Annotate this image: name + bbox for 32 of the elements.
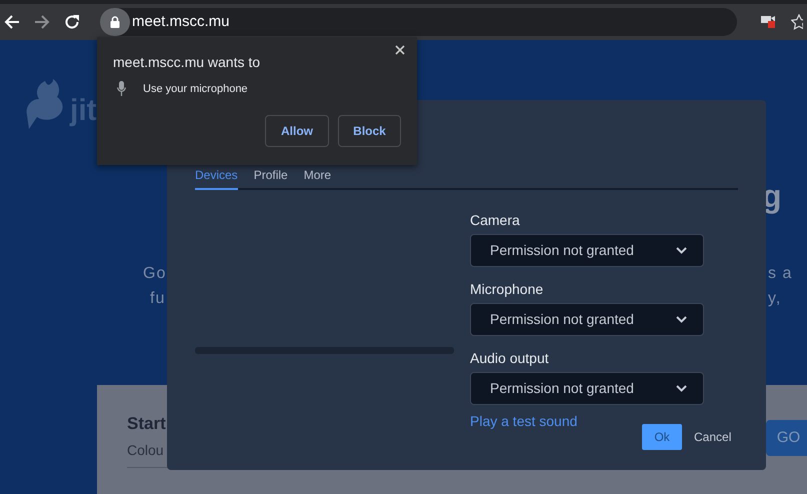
star-icon[interactable] — [791, 14, 803, 30]
close-icon[interactable] — [395, 45, 405, 55]
url-text: meet.mscc.mu — [132, 12, 230, 32]
device-label: Microphone — [470, 280, 544, 299]
device-label: Audio output — [470, 349, 550, 368]
chevron-down-icon — [676, 385, 687, 392]
lock-icon[interactable] — [100, 8, 130, 36]
test-sound-link[interactable]: Play a test sound — [470, 411, 578, 432]
camera-blocked-icon[interactable] — [761, 15, 777, 29]
tab[interactable]: Profile — [254, 166, 288, 190]
address-bar[interactable]: meet.mscc.mu — [100, 8, 737, 36]
device-label: Camera — [470, 211, 521, 230]
back-button[interactable] — [4, 14, 20, 30]
text-fragment: y, — [768, 289, 782, 309]
block-button[interactable]: Block — [338, 115, 401, 147]
chevron-down-icon — [676, 316, 687, 323]
cancel-button[interactable]: Cancel — [694, 424, 732, 450]
chevron-down-icon — [676, 247, 687, 254]
microphone-icon — [117, 81, 126, 96]
card-title: Start — [127, 413, 166, 435]
reload-button[interactable] — [64, 14, 80, 30]
text-fragment: fu — [150, 289, 166, 309]
device-select[interactable]: Permission not granted — [470, 372, 704, 405]
device-select[interactable]: Permission not granted — [470, 234, 704, 267]
text-fragment: s a — [768, 264, 792, 284]
popup-title: meet.mscc.mu wants to — [113, 53, 260, 72]
tab[interactable]: More — [304, 166, 332, 190]
permission-request: Use your microphone — [143, 82, 248, 97]
text-fragment: Go — [143, 264, 166, 284]
device-select[interactable]: Permission not granted — [470, 303, 704, 336]
allow-button[interactable]: Allow — [265, 115, 329, 147]
forward-button[interactable] — [34, 14, 50, 30]
